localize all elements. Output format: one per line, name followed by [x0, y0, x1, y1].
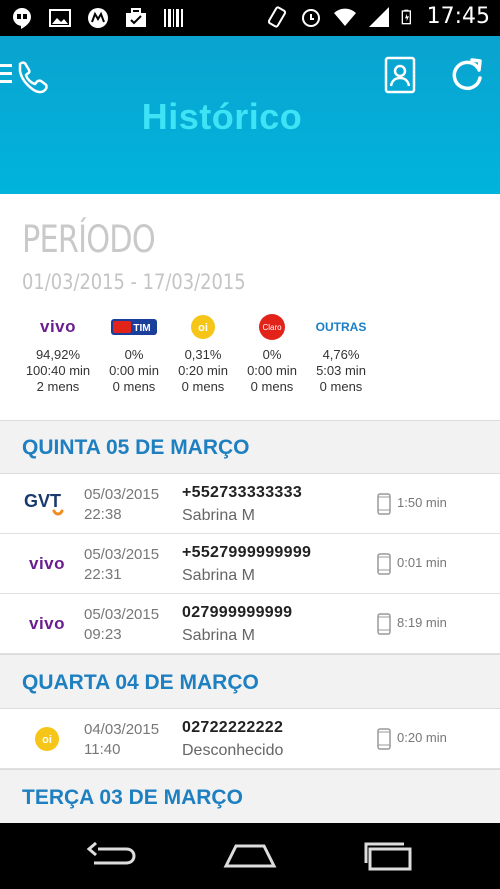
status-bar: 17:45 [0, 0, 500, 36]
call-row[interactable]: vivo 05/03/2015 22:31 +5527999999999 Sab… [0, 534, 500, 594]
phone-icon [377, 613, 391, 635]
operator-vivo: vivo 94,92% 100:40 min 2 mens [18, 312, 98, 395]
call-number: 02722222222 [182, 719, 284, 736]
gvt-logo: GVT [20, 488, 74, 520]
briefcase-icon [126, 8, 146, 27]
operator-minutes: 100:40 min [25, 363, 91, 378]
svg-text:Claro: Claro [262, 323, 282, 332]
operator-messages: 0 mens [250, 379, 294, 394]
operator-tim: TIM 0% 0:00 min 0 mens [94, 312, 174, 395]
call-datetime: 05/03/2015 22:38 [84, 486, 160, 523]
phone-icon [377, 553, 391, 575]
refresh-icon[interactable] [448, 56, 486, 94]
operator-minutes: 0:00 min [109, 363, 159, 378]
call-datetime: 05/03/2015 09:23 [84, 606, 160, 643]
call-number: +5527999999999 [182, 544, 312, 561]
operator-messages: 0 mens [181, 379, 225, 394]
call-datetime: 04/03/2015 11:40 [84, 721, 160, 758]
period-range: 01/03/2015 - 17/03/2015 [22, 270, 246, 294]
operator-percent: 0% [262, 347, 282, 362]
operator-oi: oi 0,31% 0:20 min 0 mens [163, 312, 243, 395]
contacts-icon[interactable] [381, 56, 419, 94]
image-icon [49, 9, 71, 27]
svg-text:oi: oi [42, 734, 52, 746]
call-duration: 0:20 min [397, 730, 447, 745]
operator-claro: Claro 0% 0:00 min 0 mens [232, 312, 312, 395]
operator-percent: 0% [124, 347, 144, 362]
operator-minutes: 5:03 min [316, 363, 366, 378]
motorola-icon [88, 8, 108, 28]
operator-messages: 0 mens [112, 379, 156, 394]
signal-icon [368, 6, 389, 27]
period-summary: PERÍODO 01/03/2015 - 17/03/2015 vivo 94,… [0, 194, 500, 420]
phone-icon [377, 728, 391, 750]
home-icon[interactable] [222, 839, 278, 873]
operator-messages: 0 mens [319, 379, 363, 394]
phone-icon [377, 493, 391, 515]
navigation-bar [0, 823, 500, 889]
day-label: QUARTA 04 DE MARÇO [22, 671, 259, 694]
day-header: TERÇA 03 DE MARÇO [0, 769, 500, 823]
alarm-icon [301, 8, 320, 27]
vivo-logo: vivo [39, 317, 77, 336]
call-duration: 8:19 min [397, 615, 447, 630]
wifi-icon [333, 8, 356, 26]
day-header: QUARTA 04 DE MARÇO [0, 654, 500, 709]
call-row[interactable]: oi 04/03/2015 11:40 02722222222 Desconhe… [0, 709, 500, 769]
clock: 17:45 [426, 4, 490, 29]
vivo-logo: vivo [28, 614, 66, 633]
svg-text:oi: oi [198, 322, 208, 334]
oi-logo: oi [20, 723, 74, 755]
call-duration: 0:01 min [397, 555, 447, 570]
recents-icon[interactable] [360, 839, 416, 873]
hangouts-icon [13, 8, 31, 29]
outras-label: OUTRAS [315, 320, 367, 334]
day-label: QUINTA 05 DE MARÇO [22, 436, 250, 459]
call-contact-name: Sabrina M [182, 567, 255, 584]
menu-phone-icon[interactable] [0, 56, 56, 96]
oi-logo: oi [191, 315, 215, 339]
operator-minutes: 0:20 min [178, 363, 228, 378]
page-title: Histórico [141, 96, 303, 137]
call-duration: 1:50 min [397, 495, 447, 510]
operator-outras: OUTRAS 4,76% 5:03 min 0 mens [301, 312, 381, 395]
app-header: Histórico [0, 36, 500, 194]
back-icon[interactable] [84, 839, 140, 873]
battery-icon [401, 9, 411, 24]
day-label: TERÇA 03 DE MARÇO [22, 786, 243, 809]
call-number: 027999999999 [182, 604, 293, 621]
call-datetime: 05/03/2015 22:31 [84, 546, 160, 583]
svg-text:GVT: GVT [24, 491, 61, 511]
call-contact-name: Desconhecido [182, 742, 284, 759]
call-row[interactable]: vivo 05/03/2015 09:23 027999999999 Sabri… [0, 594, 500, 654]
svg-text:TIM: TIM [133, 323, 150, 334]
vivo-logo: vivo [28, 554, 66, 573]
operator-percent: 94,92% [35, 347, 81, 362]
day-header: QUINTA 05 DE MARÇO [0, 420, 500, 474]
period-label: PERÍODO [22, 218, 156, 261]
call-contact-name: Sabrina M [182, 507, 255, 524]
operator-percent: 4,76% [322, 347, 360, 362]
barcode-icon [164, 9, 183, 27]
call-row[interactable]: GVT 05/03/2015 22:38 +552733333333 Sabri… [0, 474, 500, 534]
operator-messages: 2 mens [36, 379, 80, 394]
claro-logo: Claro [259, 314, 285, 340]
tim-logo: TIM [111, 319, 157, 335]
call-number: +552733333333 [182, 484, 303, 501]
vibrate-icon [267, 5, 286, 28]
operator-minutes: 0:00 min [247, 363, 297, 378]
call-contact-name: Sabrina M [182, 627, 255, 644]
operator-percent: 0,31% [184, 347, 222, 362]
